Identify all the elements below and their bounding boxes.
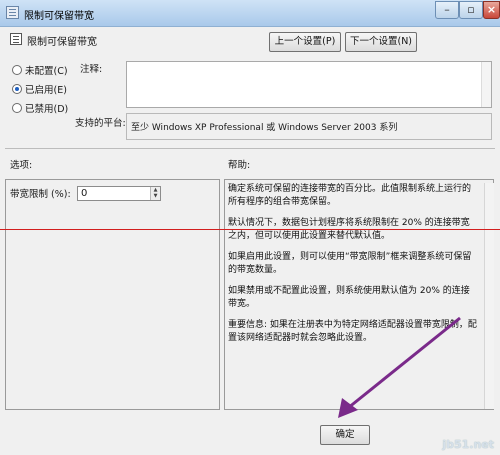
minimize-icon: – <box>444 3 450 16</box>
radio-not-configured-label[interactable]: 未配置(C) <box>25 63 68 77</box>
options-panel <box>5 179 220 410</box>
comment-scrollbar[interactable] <box>481 62 491 107</box>
radio-disabled-label[interactable]: 已禁用(D) <box>25 101 68 115</box>
help-section-label: 帮助: <box>228 160 251 171</box>
radio-not-configured[interactable] <box>12 65 22 75</box>
annotation-line <box>0 229 500 230</box>
annotation-arrow-icon <box>338 316 461 418</box>
radio-enabled-label[interactable]: 已启用(E) <box>25 82 67 96</box>
help-paragraph: 如果启用此设置，则可以使用“带宽限制”框来调整系统可保留的带宽数量。 <box>228 252 472 275</box>
maximize-icon: ▫ <box>467 3 475 16</box>
bandwidth-limit-label: 带宽限制 (%): <box>10 189 71 200</box>
spin-arrows-icon[interactable]: ▲ ▼ <box>150 187 160 200</box>
help-paragraph: 如果禁用或不配置此设置，则系统使用默认值为 20% 的连接带宽。 <box>228 286 470 309</box>
separator <box>5 148 495 149</box>
window-title: 限制可保留带宽 <box>24 11 94 22</box>
policy-icon <box>6 6 19 19</box>
maximize-button[interactable]: ▫ <box>459 1 483 19</box>
dialog-window: 限制可保留带宽 – ▫ × 限制可保留带宽 上一个设置(P) 下一个设置(N) … <box>0 0 500 455</box>
comment-textarea[interactable] <box>126 61 492 108</box>
close-button[interactable]: × <box>483 1 500 19</box>
comment-label: 注释: <box>80 64 103 75</box>
watermark: jb51.net <box>442 438 494 451</box>
ok-button[interactable]: 确定 <box>320 425 370 445</box>
bandwidth-limit-spinbox[interactable]: 0 ▲ ▼ <box>77 186 161 201</box>
platform-label: 支持的平台: <box>75 118 126 129</box>
setting-icon <box>10 33 22 45</box>
radio-enabled[interactable] <box>12 84 22 94</box>
minimize-button[interactable]: – <box>435 1 459 19</box>
options-section-label: 选项: <box>10 160 33 171</box>
radio-disabled[interactable] <box>12 103 22 113</box>
platform-value: 至少 Windows XP Professional 或 Windows Ser… <box>131 123 398 133</box>
platform-box: 至少 Windows XP Professional 或 Windows Ser… <box>126 113 492 140</box>
close-icon: × <box>486 3 497 16</box>
setting-title: 限制可保留带宽 <box>27 37 97 48</box>
help-paragraph: 确定系统可保留的连接带宽的百分比。此值限制系统上运行的所有程序的组合带宽保留。 <box>228 184 472 207</box>
bandwidth-limit-value: 0 <box>81 188 88 199</box>
previous-setting-button[interactable]: 上一个设置(P) <box>269 32 341 52</box>
help-scrollbar[interactable] <box>484 183 494 409</box>
title-bar[interactable]: 限制可保留带宽 – ▫ × <box>0 0 500 27</box>
next-setting-button[interactable]: 下一个设置(N) <box>345 32 417 52</box>
